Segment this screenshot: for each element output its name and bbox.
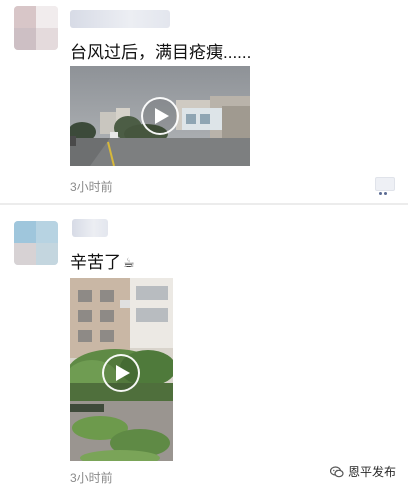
post-text: 台风过后，满目疮痍...... bbox=[70, 43, 252, 62]
wechat-logo-icon bbox=[329, 465, 344, 477]
post-text: 辛苦了 ☕ bbox=[70, 248, 135, 273]
post-text-content: 辛苦了 bbox=[70, 253, 121, 272]
moment-post-2: 辛苦了 ☕ 3小时前 bbox=[0, 205, 408, 490]
watermark: 恩平发布 bbox=[329, 463, 396, 480]
avatar[interactable] bbox=[14, 6, 58, 50]
username[interactable] bbox=[72, 219, 108, 237]
username[interactable] bbox=[70, 10, 170, 28]
post-timestamp: 3小时前 bbox=[70, 471, 113, 485]
coffee-emoji-icon: ☕ bbox=[123, 255, 135, 270]
play-icon bbox=[116, 365, 130, 381]
comment-button[interactable] bbox=[375, 177, 395, 195]
video-thumbnail[interactable] bbox=[70, 66, 250, 166]
post-timestamp: 3小时前 bbox=[70, 180, 113, 194]
moment-post-1: 台风过后，满目疮痍...... 3小时前 bbox=[0, 0, 408, 204]
watermark-text: 恩平发布 bbox=[347, 465, 396, 479]
video-thumbnail[interactable] bbox=[70, 278, 173, 461]
avatar[interactable] bbox=[14, 221, 58, 265]
play-button[interactable] bbox=[102, 354, 140, 392]
comment-icon bbox=[379, 182, 389, 200]
play-button[interactable] bbox=[141, 97, 179, 135]
play-icon bbox=[155, 108, 169, 124]
